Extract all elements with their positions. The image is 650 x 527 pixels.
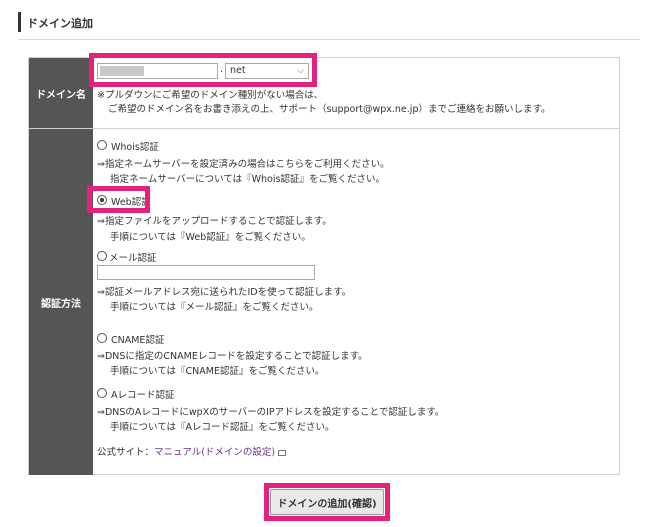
mail-label: メール認証 — [109, 253, 157, 264]
external-link-icon — [278, 449, 287, 456]
manual-link[interactable]: マニュアル(ドメインの設定) — [154, 447, 275, 458]
official-site: 公式サイト：マニュアル(ドメインの設定) — [97, 444, 287, 458]
cname-desc2: 手順については『CNAME認証』をご覧ください。 — [110, 366, 325, 377]
whois-desc2: 指定ネームサーバーについては『Whois認証』をご覧ください。 — [110, 174, 385, 185]
mail-radio[interactable] — [97, 251, 107, 261]
highlight-submit — [264, 483, 390, 521]
official-site-prefix: 公式サイト： — [97, 447, 155, 458]
a-record-desc1: ⇒DNSのAレコードにwpXのサーバーのIPアドレスを設定することで認証します。 — [97, 407, 445, 418]
cname-desc1: ⇒DNSに指定のCNAMEレコードを設定することで認証します。 — [97, 351, 368, 362]
auth-method-label: 認証方法 — [29, 129, 93, 475]
a-record-label: Aレコード認証 — [111, 390, 175, 401]
section-header: ドメイン追加 — [18, 10, 640, 40]
domain-name-label: ドメイン名 — [29, 58, 93, 128]
row-divider — [29, 128, 619, 129]
whois-radio[interactable] — [97, 140, 107, 150]
mail-auth-input[interactable] — [97, 265, 315, 280]
a-record-radio[interactable] — [97, 388, 107, 398]
highlight-domain-input — [89, 53, 317, 87]
a-record-desc2: 手順については『Aレコード認証』をご覧ください。 — [110, 422, 335, 433]
domain-note-line1: ※プルダウンにご希望のドメイン種別がない場合は、 — [97, 90, 324, 101]
cname-radio[interactable] — [97, 333, 107, 343]
highlight-web-auth — [87, 186, 150, 213]
whois-label: Whois認証 — [111, 142, 159, 153]
domain-note-line2: ご希望のドメイン名をお書き添えの上、サポート（support@wpx.ne.jp… — [108, 104, 551, 115]
whois-desc1: ⇒指定ネームサーバーを設定済みの場合はこちらをご利用ください。 — [97, 159, 390, 170]
mail-desc1: ⇒認証メールアドレス宛に送られたIDを使って認証します。 — [97, 287, 352, 298]
header-accent-bar — [18, 12, 21, 32]
web-desc1: ⇒指定ファイルをアップロードすることで認証します。 — [97, 216, 332, 227]
cname-label: CNAME認証 — [111, 335, 165, 346]
page-title: ドメイン追加 — [27, 17, 93, 30]
mail-desc2: 手順については『メール認証』をご覧ください。 — [110, 302, 319, 313]
web-desc2: 手順については『Web認証』をご覧ください。 — [110, 232, 311, 243]
